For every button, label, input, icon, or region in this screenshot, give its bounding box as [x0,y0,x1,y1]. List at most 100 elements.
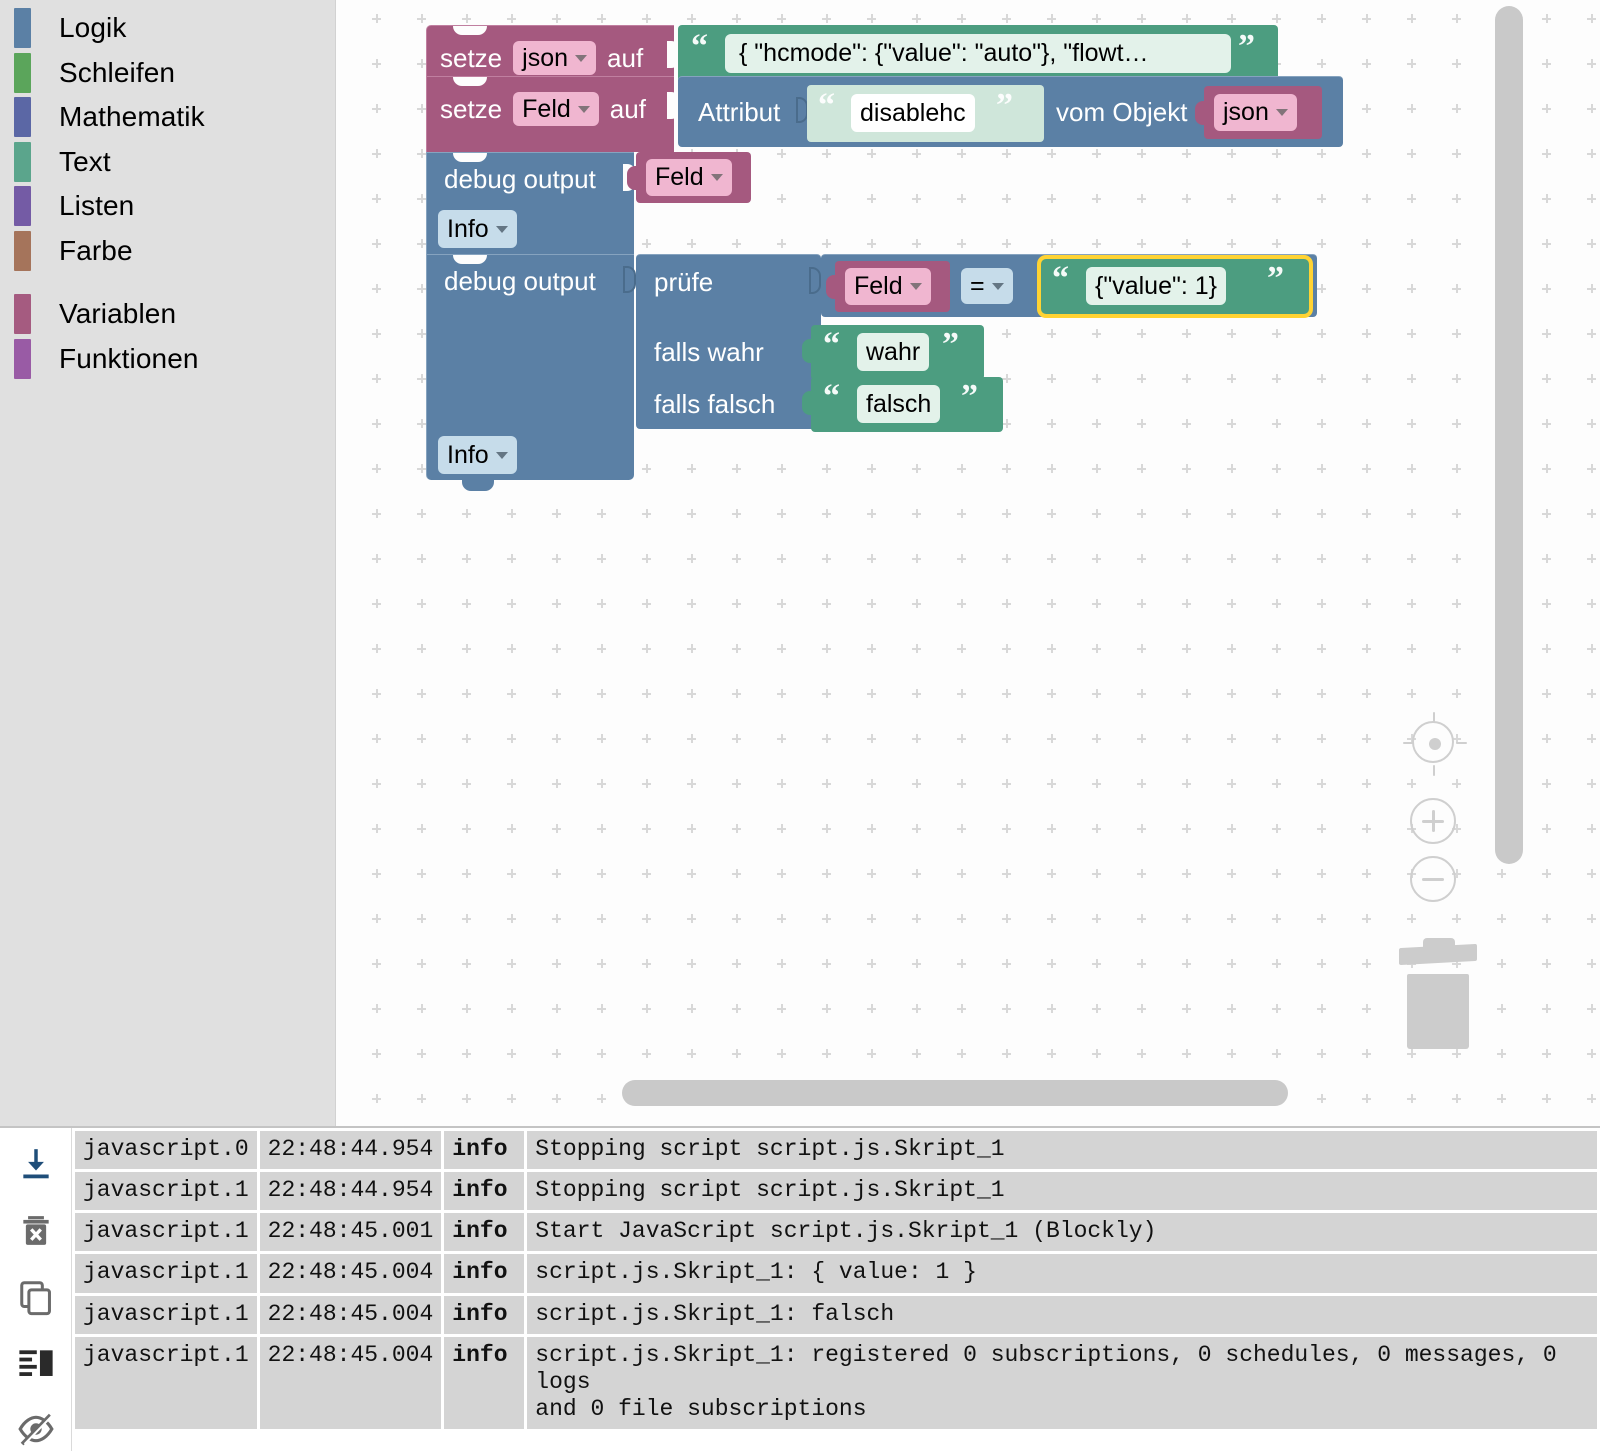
scroll-to-bottom-icon[interactable] [13,1142,59,1188]
log-cell-source: javascript.1 [75,1213,257,1252]
text-literal-wahr[interactable]: “ wahr ” [802,325,984,380]
toolbox-category-text[interactable]: Text [0,140,335,185]
toolbox-category-listen[interactable]: Listen [0,184,335,229]
log-cell-message: Start JavaScript script.js.Skript_1 (Blo… [527,1213,1597,1252]
chevron-down-icon [991,282,1004,290]
log-cell-time: 22:48:45.001 [259,1213,442,1252]
text-literal-json[interactable]: “ { "hcmode": {"value": "auto"}, "flowt…… [678,25,1278,82]
text-literal-falsch[interactable]: “ falsch ” [802,377,1003,432]
category-color-swatch [14,52,31,93]
log-cell-time: 22:48:45.004 [259,1336,442,1429]
text-literal-json-field[interactable]: { "hcmode": {"value": "auto"}, "flowt… [725,34,1231,73]
log-cell-source: javascript.1 [75,1254,257,1293]
zoom-out-button[interactable] [1410,856,1456,902]
quote-open-icon: “ [691,28,708,65]
layout-icon[interactable] [13,1340,59,1386]
category-label: Listen [59,190,135,222]
workspace-horizontal-scrollbar[interactable] [622,1080,1288,1106]
category-label: Schleifen [59,56,176,88]
block-get-attribute[interactable]: Attribut “ disablehc ” vom Objekt json [678,76,1343,147]
log-cell-time: 22:48:44.954 [259,1172,442,1211]
toolbox-category-funktionen[interactable]: Funktionen [0,337,335,382]
log-row[interactable]: javascript.1 22:48:45.004 info script.js.Sk… [75,1336,1597,1429]
toolbox-category-farbe[interactable]: Farbe [0,229,335,274]
workspace-vertical-scrollbar[interactable] [1495,6,1523,864]
zoom-in-button[interactable] [1410,798,1456,844]
get-var-feld-2-dropdown[interactable]: Feld [845,268,931,305]
blockly-toolbox[interactable]: Logik Schleifen Mathematik Text Listen Farbe … [0,0,336,1126]
log-row[interactable]: javascript.1 22:48:44.954 info Stopping scr… [75,1172,1597,1211]
toolbox-category-mathematik[interactable]: Mathematik [0,95,335,140]
trashcan-icon[interactable] [1399,938,1479,1056]
category-label: Farbe [59,234,133,266]
log-cell-source: javascript.1 [75,1295,257,1334]
blockly-workspace[interactable]: setze json auf “ { "hcmode": {"value": "… [336,0,1600,1126]
quote-close-icon: ” [1238,28,1255,65]
category-color-swatch [14,186,31,227]
log-row[interactable]: javascript.1 22:48:45.001 info Start JavaSc… [75,1213,1597,1252]
blockly-area: Logik Schleifen Mathematik Text Listen Farbe … [0,0,1600,1126]
toolbox-category-variablen[interactable]: Variablen [0,292,335,337]
chevron-down-icon [577,105,590,113]
quote-open-icon: “ [823,326,840,363]
log-row[interactable]: javascript.1 22:48:45.004 info script.js.Sk… [75,1295,1597,1334]
log-cell-message: script.js.Skript_1: { value: 1 } [527,1254,1597,1293]
copy-icon[interactable] [13,1274,59,1320]
get-var-feld-1-dropdown[interactable]: Feld [646,159,732,196]
debug-output-2-severity-dropdown[interactable]: Info [438,436,517,474]
block-compare[interactable]: Feld = “ {"value": 1} ” [821,254,1317,317]
quote-close-icon: ” [961,378,978,415]
block-ternary[interactable]: prüfe falls wahr falls falsch [636,254,821,429]
text-literal-wahr-field[interactable]: wahr [857,333,930,371]
quote-close-icon: ” [1267,260,1284,297]
chevron-down-icon [1275,109,1288,116]
set-feld-variable-dropdown[interactable]: Feld [513,92,599,126]
hide-icon[interactable] [13,1406,59,1451]
log-cell-severity: info [444,1131,525,1170]
toolbox-separator [0,273,335,292]
log-cell-time: 22:48:44.954 [259,1131,442,1170]
text-literal-disablehc-field[interactable]: disablehc [851,94,975,132]
chevron-down-icon [495,451,508,459]
log-table[interactable]: javascript.0 22:48:44.954 info Stopping scr… [72,1128,1600,1451]
attribute-label: Attribut [698,97,781,127]
log-row[interactable]: javascript.0 22:48:44.954 info Stopping scr… [75,1131,1597,1170]
debug-output-1-severity-dropdown[interactable]: Info [438,210,517,248]
block-get-var-feld-1[interactable]: Feld [627,152,751,203]
category-color-swatch [14,338,31,379]
text-literal-falsch-field[interactable]: falsch [857,385,941,423]
category-label: Variablen [59,298,177,330]
clear-log-icon[interactable] [13,1208,59,1254]
log-row[interactable]: javascript.1 22:48:45.004 info script.js.Sk… [75,1254,1597,1293]
log-panel: javascript.0 22:48:44.954 info Stopping scr… [0,1126,1600,1451]
log-cell-source: javascript.1 [75,1336,257,1429]
log-cell-message: script.js.Skript_1: registered 0 subscri… [527,1336,1597,1429]
log-toolbar[interactable] [0,1128,72,1451]
text-literal-disablehc[interactable]: “ disablehc ” [807,85,1044,142]
chevron-down-icon [909,283,922,290]
log-cell-severity: info [444,1213,525,1252]
chevron-down-icon [575,54,588,62]
set-json-variable-dropdown[interactable]: json [513,41,597,75]
debug-output-2-label: debug output [444,266,596,296]
set-feld-keyword: setze [440,94,503,124]
zoom-center-button[interactable] [1403,712,1467,776]
object-label: vom Objekt [1056,97,1188,127]
quote-close-icon: ” [942,326,959,363]
log-cell-severity: info [444,1172,525,1211]
log-cell-message: Stopping script script.js.Skript_1 [527,1131,1597,1170]
text-literal-value1-field[interactable]: {"value": 1} [1086,267,1227,305]
category-color-swatch [14,8,31,49]
category-color-swatch [14,294,31,335]
debug-output-1-label: debug output [444,164,596,194]
log-cell-message: Stopping script script.js.Skript_1 [527,1172,1597,1211]
toolbox-category-schleifen[interactable]: Schleifen [0,51,335,96]
block-get-var-feld-2[interactable]: Feld [826,261,950,312]
block-get-var-json[interactable]: json [1195,86,1322,139]
compare-operator-dropdown[interactable]: = [961,268,1013,304]
text-literal-value1[interactable]: “ {"value": 1} ” [1041,259,1309,314]
toolbox-category-logik[interactable]: Logik [0,6,335,51]
get-var-json-dropdown[interactable]: json [1214,94,1297,131]
category-color-swatch [14,97,31,138]
category-label: Funktionen [59,342,199,374]
